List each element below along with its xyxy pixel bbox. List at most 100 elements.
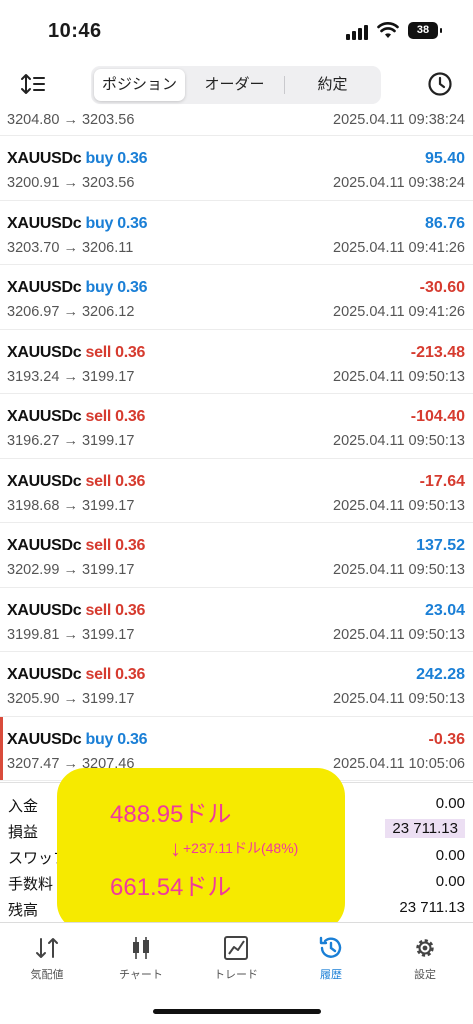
history-icon: [319, 936, 342, 958]
nav-label: チャート: [119, 969, 163, 981]
list-item[interactable]: XAUUSDc sell 0.36 -104.40 3196.27 → 3199…: [0, 394, 473, 459]
deal-title: XAUUSDc buy 0.36: [7, 731, 147, 749]
deal-title: XAUUSDc sell 0.36: [7, 602, 145, 620]
deal-profit: -104.40: [410, 408, 465, 425]
deal-side: buy 0.36: [85, 730, 148, 748]
summary-value: 23 711.13: [399, 899, 465, 916]
list-item[interactable]: XAUUSDc sell 0.36 137.52 3202.99 → 3199.…: [0, 523, 473, 588]
deal-side: sell 0.36: [85, 666, 146, 683]
deal-prices: 3203.70 → 3206.11: [7, 239, 134, 256]
deal-symbol: XAUUSDc: [7, 601, 82, 619]
summary-value: 23 711.13: [385, 819, 465, 838]
deal-side: buy 0.36: [85, 150, 148, 167]
summary-label: 入金: [8, 798, 39, 815]
status-time: 10:46: [48, 20, 102, 42]
deal-prices: 3198.68 → 3199.17: [7, 497, 135, 514]
nav-quotes[interactable]: 気配値: [0, 931, 94, 989]
battery-level: 38: [416, 24, 430, 36]
battery-icon: 38: [408, 22, 442, 39]
settings-icon: [416, 939, 434, 957]
deal-prices: 3196.27 → 3199.17: [7, 433, 135, 449]
deal-prices: 3193.24 → 3199.17: [7, 368, 135, 385]
deal-prices: 3204.80 → 3203.56: [7, 112, 135, 128]
list-item[interactable]: XAUUSDc sell 0.36 -17.64 3198.68 → 3199.…: [0, 459, 473, 523]
trade-icon: [224, 936, 248, 960]
deal-title: XAUUSDc buy 0.36: [7, 279, 147, 297]
deal-time: 2025.04.11 09:50:13: [333, 368, 465, 385]
list-item[interactable]: 3204.80 → 3203.56 2025.04.11 09:38:24: [0, 106, 473, 136]
change-text: +237.11ドル(48%): [183, 840, 299, 856]
deal-symbol: XAUUSDc: [7, 150, 82, 167]
sort-icon[interactable]: [20, 71, 46, 97]
deal-time: 2025.04.11 09:38:24: [333, 112, 465, 128]
list-item[interactable]: XAUUSDc buy 0.36 -30.60 3206.97 → 3206.1…: [0, 265, 473, 330]
deal-side: sell 0.36: [85, 601, 146, 619]
summary-value: 0.00: [435, 847, 465, 864]
deal-symbol: XAUUSDc: [7, 537, 82, 554]
deal-profit: -17.64: [419, 472, 465, 490]
list-item[interactable]: XAUUSDc sell 0.36 242.28 3205.90 → 3199.…: [0, 652, 473, 717]
summary-label: 手数料: [8, 876, 54, 893]
amount-after: 661.54ドル: [110, 874, 232, 901]
nav-label: 設定: [414, 969, 436, 981]
deal-symbol: XAUUSDc: [7, 472, 82, 490]
chart-icon: [133, 937, 149, 959]
nav-settings[interactable]: 設定: [378, 931, 472, 989]
deal-title: XAUUSDc buy 0.36: [7, 215, 147, 233]
nav-history[interactable]: 履歴: [284, 931, 378, 989]
deal-time: 2025.04.11 09:50:13: [333, 433, 465, 449]
wifi-icon: [377, 22, 399, 38]
list-item[interactable]: XAUUSDc sell 0.36 23.04 3199.81 → 3199.1…: [0, 588, 473, 652]
deal-side: buy 0.36: [85, 214, 148, 232]
deal-profit: 95.40: [424, 150, 465, 167]
clock-icon[interactable]: [427, 71, 453, 97]
list-item[interactable]: XAUUSDc sell 0.36 -213.48 3193.24 → 3199…: [0, 330, 473, 394]
deal-side: sell 0.36: [85, 408, 146, 425]
segmented-control: ポジション オーダー 約定: [91, 66, 381, 104]
deal-time: 2025.04.11 10:05:06: [333, 755, 465, 772]
deal-symbol: XAUUSDc: [7, 214, 82, 232]
nav-label: トレード: [214, 969, 258, 981]
deal-profit: -0.36: [428, 730, 465, 748]
deal-prices: 3205.90 → 3199.17: [7, 691, 135, 707]
down-arrow-icon: ↓: [170, 836, 181, 861]
tab-orders[interactable]: オーダー: [188, 69, 281, 101]
deal-symbol: XAUUSDc: [7, 343, 82, 361]
deal-title: XAUUSDc sell 0.36: [7, 408, 145, 426]
deal-profit: 23.04: [424, 601, 465, 619]
list-item[interactable]: XAUUSDc buy 0.36 95.40 3200.91 → 3203.56…: [0, 136, 473, 201]
deal-side: sell 0.36: [85, 537, 146, 554]
deal-time: 2025.04.11 09:41:26: [333, 239, 465, 256]
summary-value: 0.00: [435, 873, 465, 890]
deal-title: XAUUSDc buy 0.36: [7, 150, 147, 168]
amount-change: ↓ +237.11ドル(48%): [170, 833, 299, 861]
deal-side: sell 0.36: [85, 343, 146, 361]
deal-title: XAUUSDc sell 0.36: [7, 666, 145, 684]
tab-deals[interactable]: 約定: [287, 69, 378, 101]
quotes-icon: [36, 938, 58, 958]
annotation-overlay: 488.95ドル ↓ +237.11ドル(48%) 661.54ドル: [57, 768, 345, 931]
deal-title: XAUUSDc sell 0.36: [7, 473, 145, 491]
deal-profit: 137.52: [416, 537, 465, 554]
nav-trade[interactable]: トレード: [189, 931, 283, 989]
summary-label: 残高: [8, 902, 39, 919]
deal-prices: 3206.97 → 3206.12: [7, 304, 135, 320]
home-indicator[interactable]: [153, 1009, 321, 1014]
deal-prices: 3200.91 → 3203.56: [7, 175, 135, 191]
deal-profit: 242.28: [416, 666, 465, 683]
deal-time: 2025.04.11 09:38:24: [333, 175, 465, 191]
nav-label: 履歴: [320, 969, 342, 981]
deal-side: sell 0.36: [85, 472, 146, 490]
summary-label: 損益: [8, 824, 39, 841]
deal-profit: -213.48: [410, 343, 465, 361]
deal-title: XAUUSDc sell 0.36: [7, 344, 145, 362]
list-item[interactable]: XAUUSDc buy 0.36 86.76 3203.70 → 3206.11…: [0, 201, 473, 265]
deal-symbol: XAUUSDc: [7, 408, 82, 425]
deals-list: 3204.80 → 3203.56 2025.04.11 09:38:24 XA…: [0, 106, 473, 782]
nav-label: 気配値: [30, 969, 64, 981]
deal-time: 2025.04.11 09:50:13: [333, 691, 465, 707]
status-bar: 10:46 38: [0, 0, 473, 62]
deal-symbol: XAUUSDc: [7, 730, 82, 748]
tab-positions[interactable]: ポジション: [94, 69, 185, 101]
nav-chart[interactable]: チャート: [94, 931, 188, 989]
